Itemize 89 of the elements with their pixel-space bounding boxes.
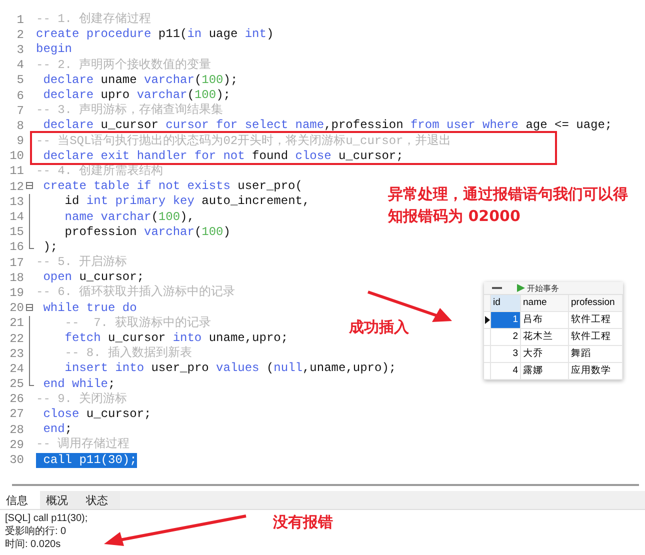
line-number: 3	[16, 42, 24, 57]
table-cell: 3	[491, 346, 521, 363]
tab[interactable]: 状态	[80, 491, 120, 509]
line-number: 25	[8, 377, 24, 392]
code-line: insert into user_pro values (null,uname,upro);	[64, 361, 396, 376]
line-number: 26	[8, 392, 24, 406]
table-cell: 2	[491, 329, 521, 346]
table-cell: 4	[491, 363, 521, 380]
tab[interactable]: 概况	[40, 491, 80, 509]
line-number: 18	[8, 270, 24, 285]
line-number: 4	[16, 58, 24, 72]
code-line: create procedure p11(in uage int)	[36, 27, 274, 42]
line-number: 7	[16, 104, 24, 118]
line-number: 13	[8, 194, 24, 209]
table-cell: 露娜	[521, 363, 569, 380]
line-number: 20	[8, 301, 24, 316]
line-number: 30	[8, 453, 24, 468]
line-number: 2	[16, 28, 24, 42]
table-cell: 大乔	[521, 346, 569, 363]
code-line: -- 5. 开启游标	[36, 255, 128, 270]
table-cell: 应用数学	[569, 363, 623, 380]
table-cell: 软件工程	[569, 329, 623, 346]
annotation-text: 成功插入	[349, 318, 409, 337]
column-header[interactable]: profession	[569, 295, 623, 312]
row-header-cell[interactable]	[484, 363, 491, 380]
row-header-cell[interactable]	[484, 329, 491, 346]
line-number: 24	[8, 362, 24, 376]
code-line: -- 1. 创建存储过程	[36, 12, 152, 28]
code-line: while true do	[42, 300, 137, 316]
line-number: 27	[8, 407, 24, 422]
row-header-cell[interactable]	[484, 346, 491, 363]
line-number: 16	[8, 240, 24, 254]
line-number: 9	[16, 134, 24, 148]
code-line: create table if not exists user_pro(	[42, 179, 302, 194]
line-number: 5	[16, 73, 24, 88]
tab[interactable]: 信息	[0, 491, 40, 509]
code-line: declare upro varchar(100);	[42, 88, 230, 103]
line-number: 10	[8, 149, 24, 164]
line-number: 12	[8, 180, 24, 194]
annotation-text: 异常处理，通过报错语句我们可以得知报错码为 02000	[388, 184, 629, 227]
line-number: 19	[8, 286, 24, 300]
code-line: -- 6. 循环获取并插入游标中的记录	[36, 285, 236, 300]
code-line: -- 9. 关闭游标	[36, 392, 128, 407]
table-cell: 吕布	[521, 312, 569, 329]
line-number: 1	[16, 12, 24, 27]
code-line: );	[42, 240, 58, 255]
code-line: end;	[42, 422, 72, 438]
table-cell: 花木兰	[521, 329, 569, 346]
code-line: -- 调用存储过程	[36, 437, 130, 452]
code-line: profession varchar(100)	[64, 224, 230, 240]
table-cell: 软件工程	[569, 312, 623, 329]
column-header[interactable]: name	[521, 295, 569, 312]
code-line: declare uname varchar(100);	[42, 72, 238, 88]
code-line: -- 3. 声明游标，存储查询结果集	[36, 103, 224, 118]
annotation-text: 没有报错	[273, 513, 333, 532]
line-number: 17	[8, 256, 24, 270]
fold-icon[interactable]	[26, 304, 33, 311]
table-cell: 1	[491, 312, 521, 329]
line-number: 21	[8, 316, 24, 330]
line-number: 29	[8, 438, 24, 452]
code-line: end while;	[42, 376, 116, 392]
code-line: declare u_cursor cursor for select name,profession from user where age <= uage;	[42, 118, 612, 134]
play-icon	[516, 284, 525, 292]
line-number: 22	[8, 332, 24, 346]
code-line: -- 7. 获取游标中的记录	[64, 316, 212, 331]
line-number: 14	[8, 210, 24, 224]
code-line: close u_cursor;	[42, 406, 152, 422]
code-line: declare exit handler for not found close u_cursor;	[42, 148, 404, 164]
code-line: -- 2. 声明两个接收数值的变量	[36, 58, 212, 73]
message-line: [SQL] call p11(30);	[5, 512, 88, 525]
code-line: open u_cursor;	[42, 270, 144, 285]
line-number: 8	[16, 118, 24, 133]
code-line: begin	[36, 42, 72, 58]
line-number: 15	[8, 225, 24, 240]
code-line: -- 当SQL语句执行抛出的状态码为02开头时，将关闭游标u_cursor，并退出	[36, 134, 452, 149]
message-line: 受影响的行: 0	[5, 525, 66, 538]
table-cell: 舞蹈	[569, 346, 623, 363]
minus-icon[interactable]	[492, 287, 502, 289]
line-number: 23	[8, 346, 24, 361]
message-line: 时间: 0.020s	[5, 538, 61, 551]
line-number: 6	[16, 88, 24, 103]
code-line: -- 8. 插入数据到新表	[64, 346, 192, 362]
code-line: fetch u_cursor into uname,upro;	[64, 331, 288, 346]
code-line: id int primary key auto_increment,	[64, 194, 310, 210]
column-header[interactable]: id	[491, 295, 521, 312]
line-number: 11	[8, 164, 24, 178]
line-number: 28	[8, 422, 24, 437]
fold-icon[interactable]	[26, 182, 33, 190]
code-line: name varchar(100),	[64, 210, 194, 225]
